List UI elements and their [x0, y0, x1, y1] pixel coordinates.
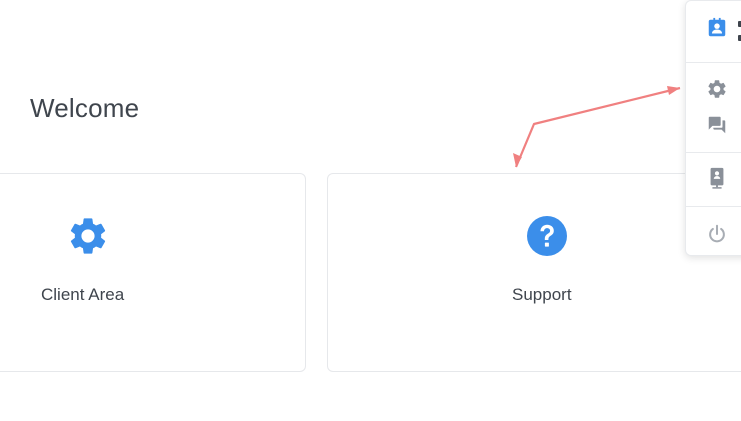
- support-card[interactable]: Support: [327, 173, 741, 372]
- id-badge-icon[interactable]: [706, 167, 728, 189]
- page-title: Welcome: [30, 93, 140, 123]
- contact-card-icon[interactable]: [706, 17, 728, 39]
- page: Welcome Client Area Support: [0, 0, 741, 421]
- client-area-card[interactable]: Client Area: [0, 173, 306, 372]
- chat-icon[interactable]: [706, 114, 728, 136]
- menu-divider: [686, 206, 741, 207]
- user-dropdown-menu: [685, 0, 741, 256]
- power-icon[interactable]: [706, 223, 728, 245]
- gear-icon: [70, 218, 106, 254]
- support-label: Support: [512, 285, 572, 304]
- gear-icon[interactable]: [706, 78, 728, 100]
- question-circle-icon: [527, 216, 567, 256]
- client-area-label: Client Area: [41, 285, 125, 304]
- menu-divider: [686, 152, 741, 153]
- menu-divider: [686, 62, 741, 63]
